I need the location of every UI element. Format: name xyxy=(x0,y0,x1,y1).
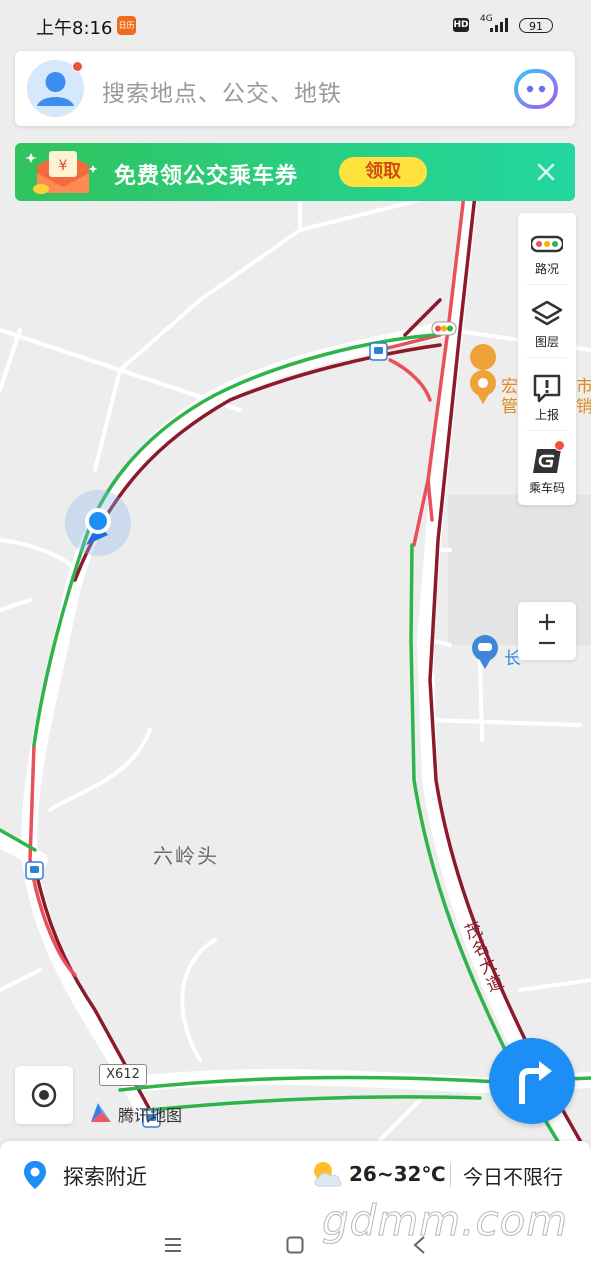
home-icon[interactable] xyxy=(285,1235,305,1255)
banner-text: 免费领公交乘车券 xyxy=(114,164,299,189)
layers-icon xyxy=(531,300,563,326)
menu-icon[interactable] xyxy=(163,1236,183,1254)
calendar-app-icon: 日历 xyxy=(117,16,136,35)
tool-label: 图层 xyxy=(534,335,559,349)
tool-label: 路况 xyxy=(534,262,559,276)
hd-icon: HD xyxy=(453,18,469,32)
close-icon[interactable] xyxy=(531,157,561,187)
watermark: gdmm.com xyxy=(321,1196,569,1246)
road-shield: X612 xyxy=(99,1064,147,1086)
claim-button[interactable]: 领取 xyxy=(339,157,427,187)
coupon-gift-icon: ¥ xyxy=(25,151,98,194)
temperature[interactable]: 26~32℃ xyxy=(349,1162,446,1186)
search-input[interactable]: 搜索地点、公交、地铁 xyxy=(102,74,342,108)
search-bar[interactable]: 搜索地点、公交、地铁 xyxy=(15,51,575,126)
explore-nearby-button[interactable]: 探索附近 xyxy=(63,1161,147,1191)
promo-banner[interactable]: ¥ 免费领公交乘车券 领取 xyxy=(15,143,575,201)
turn-right-icon xyxy=(519,1061,552,1104)
layers-button[interactable]: 图层 xyxy=(518,286,576,358)
zoom-in-icon[interactable] xyxy=(537,612,557,632)
partly-cloudy-icon xyxy=(314,1162,342,1187)
notification-dot xyxy=(554,440,565,451)
ride-code-button[interactable]: 乘车码 xyxy=(518,432,576,504)
signal-icon xyxy=(490,18,508,32)
traffic-icon xyxy=(531,235,563,253)
location-pin-icon xyxy=(24,1161,46,1189)
tencent-map-icon xyxy=(91,1103,111,1122)
svg-text:¥: ¥ xyxy=(59,158,68,174)
route-button[interactable] xyxy=(489,1038,575,1124)
battery-icon: 91 xyxy=(519,18,553,33)
divider xyxy=(450,1163,451,1187)
zoom-out-icon[interactable] xyxy=(537,638,557,648)
tool-label: 上报 xyxy=(534,408,559,422)
report-icon xyxy=(533,374,561,403)
assistant-icon[interactable] xyxy=(513,66,559,112)
locate-icon xyxy=(31,1082,57,1108)
poi-label[interactable]: 管 xyxy=(501,392,518,417)
map-tools-panel: 路况 图层 上报 乘车码 xyxy=(518,213,576,505)
poi-label[interactable]: 销 xyxy=(576,392,591,417)
place-label: 六岭头 xyxy=(153,844,219,868)
zoom-control[interactable] xyxy=(518,602,576,660)
logo-text: 腾讯地图 xyxy=(118,1106,183,1125)
locate-button[interactable] xyxy=(15,1066,73,1124)
report-button[interactable]: 上报 xyxy=(518,359,576,431)
status-bar: 上午8:16 日历 HD 4G 91 xyxy=(0,0,591,48)
traffic-button[interactable]: 路况 xyxy=(518,213,576,285)
notification-dot xyxy=(72,61,83,72)
tool-label: 乘车码 xyxy=(528,481,565,495)
traffic-restriction[interactable]: 今日不限行 xyxy=(463,1161,563,1190)
status-time: 上午8:16 xyxy=(36,18,113,39)
